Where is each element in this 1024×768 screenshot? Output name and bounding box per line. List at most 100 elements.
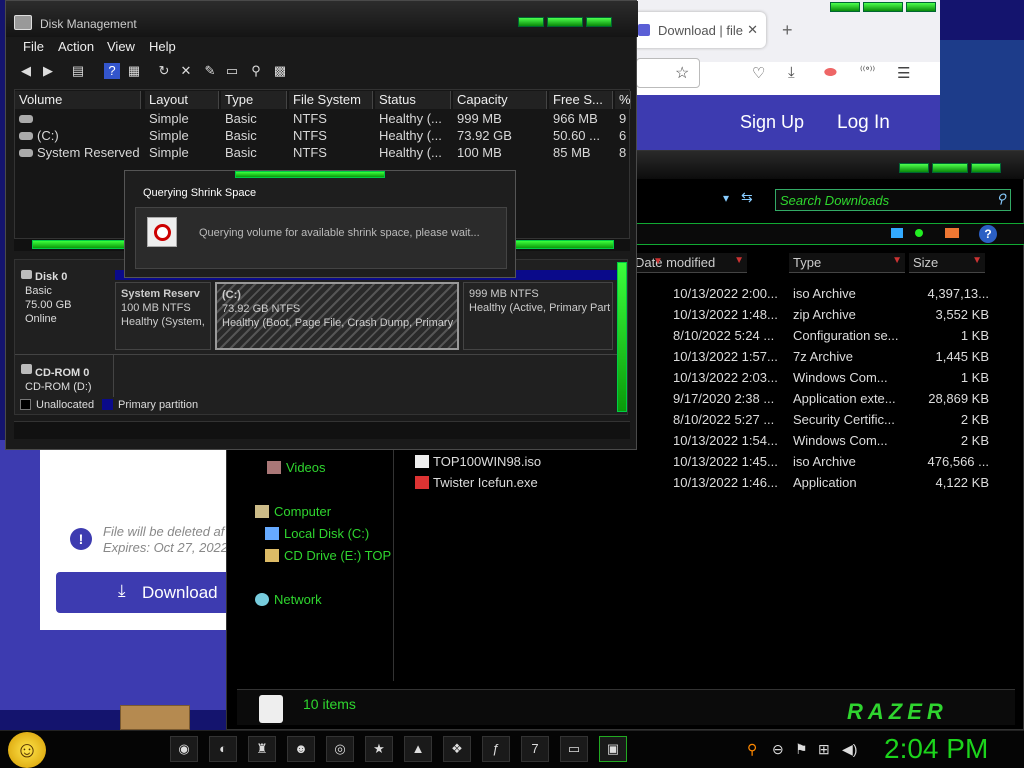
volume-row[interactable]: (C:) Simple Basic NTFS Healthy (... 73.92 GB 5… [15,127,631,144]
check-icon[interactable]: ✎ [202,63,218,79]
column-sort-arrow-icon[interactable]: ▼ [653,256,663,267]
help-icon[interactable]: ? [979,225,997,243]
app-icon[interactable]: ♜ [248,736,276,762]
minus-tray-icon[interactable]: ⊖ [772,741,784,758]
col-status[interactable]: Status [375,91,451,109]
volume-pct: 6 [619,128,627,143]
col-percent[interactable]: % [615,91,631,109]
file-date: 10/13/2022 1:54... [673,433,778,448]
minimize-button[interactable] [518,17,544,27]
extension-icon-2[interactable]: ⁽⁽ᐤ⁾⁾ [860,64,875,77]
disk-management-taskbar-icon[interactable]: ▣ [599,736,627,762]
file-date: 10/13/2022 1:48... [673,307,778,322]
nav-computer[interactable]: Computer [255,504,331,519]
maximize-button[interactable] [547,17,583,27]
partition-system-reserved[interactable]: System Reserv 100 MB NTFS Healthy (Syste… [115,282,211,350]
emoji-app-icon[interactable]: ☻ [287,736,315,762]
file-type: 7z Archive [793,349,853,364]
bookmark-star-icon[interactable]: ☆ [675,63,689,83]
maximize-button[interactable] [863,2,903,12]
file-row[interactable]: TOP100WIN98.iso 10/13/2022 1:45... iso Arc… [227,451,1024,472]
login-link[interactable]: Log In [837,112,890,134]
column-date-label: Date modified [635,255,716,270]
signup-link[interactable]: Sign Up [740,112,804,133]
network-tray-icon[interactable]: ⊞ [818,741,830,758]
flag-tray-icon[interactable]: ⚑ [795,741,808,758]
volume-tray-icon[interactable]: ◀) [842,741,857,758]
browser-tab[interactable]: Download | file ✕ [630,12,766,48]
nav-local-disk[interactable]: Local Disk (C:) [265,526,369,541]
search-icon[interactable]: ⚲ [248,63,264,79]
nav-cd-drive[interactable]: CD Drive (E:) TOP [265,548,391,563]
partition-c[interactable]: (C:) 73.92 GB NTFS Healthy (Boot, Page F… [215,282,459,350]
partition-recovery[interactable]: 999 MB NTFS Healthy (Active, Primary Par… [463,282,613,350]
vertical-scrollbar[interactable] [617,262,627,412]
address-dropdown-icon[interactable]: ▾ [723,191,729,205]
column-size[interactable]: Size ▼ [909,253,985,273]
expiry-date: Expires: Oct 27, 2022 [103,540,229,555]
nav-videos[interactable]: Videos [267,460,326,475]
column-date[interactable]: Date modified ▼ [631,253,747,273]
minimize-button[interactable] [830,2,860,12]
flash-icon[interactable]: ƒ [482,736,510,762]
firefox-icon[interactable]: ◐ [209,736,237,762]
menu-action[interactable]: Action [58,39,94,54]
pocket-icon[interactable]: ♡ [752,64,765,82]
delete-icon[interactable]: ✕ [178,63,194,79]
start-button[interactable]: ☺ [8,732,46,768]
downloads-icon[interactable]: ⤓ [788,64,795,81]
url-bar[interactable] [636,58,700,88]
minimize-button[interactable] [899,163,929,173]
cd-drive-icon [265,549,279,562]
col-free[interactable]: Free S... [549,91,613,109]
back-icon[interactable]: ◀ [18,63,34,79]
col-filesystem[interactable]: File System [289,91,373,109]
help-icon[interactable]: ? [104,63,120,79]
disc-icon[interactable]: ◎ [326,736,354,762]
settings-icon[interactable]: ▩ [272,63,288,79]
divider [15,354,617,355]
vector-app-icon[interactable]: ▲ [404,736,432,762]
col-capacity[interactable]: Capacity [453,91,547,109]
pane-icon[interactable] [945,228,959,238]
maximize-button[interactable] [932,163,968,173]
volume-row[interactable]: Simple Basic NTFS Healthy (... 999 MB 966 MB 9 [15,110,631,127]
file-name: TOP100WIN98.iso [433,454,542,469]
file-size: 1 KB [960,370,989,385]
menu-help[interactable]: Help [149,39,176,54]
refresh-icon[interactable]: ↻ [156,63,172,79]
col-type[interactable]: Type [221,91,287,109]
forward-icon[interactable]: ▶ [40,63,56,79]
file-row[interactable]: Twister Icefun.exe 10/13/2022 1:46... Appl… [227,472,1024,493]
refresh-icon[interactable]: ⇆ [741,189,753,206]
download-button[interactable]: ⤓ Download [56,572,240,613]
volume-row[interactable]: System Reserved Simple Basic NTFS Healthy (.… [15,144,631,161]
close-button[interactable] [971,163,1001,173]
disk0-type: Basic [25,285,52,297]
preview-icon[interactable] [915,229,923,237]
col-layout[interactable]: Layout [145,91,219,109]
menu-icon[interactable]: ☰ [897,64,910,82]
new-tab-button[interactable]: + [782,20,793,41]
chrome-icon[interactable]: ◉ [170,736,198,762]
column-type[interactable]: Type ▼ [789,253,905,273]
close-button[interactable] [906,2,936,12]
extension-icon[interactable]: ⬬ [824,64,837,81]
menu-file[interactable]: File [23,39,44,54]
star-app-icon[interactable]: ★ [365,736,393,762]
menu-view[interactable]: View [107,39,135,54]
cmd-icon[interactable]: ▭ [560,736,588,762]
view-icon[interactable] [891,228,903,238]
twister-icon[interactable]: ❖ [443,736,471,762]
nav-network[interactable]: Network [255,592,322,607]
console-tree-icon[interactable]: ▤ [70,63,86,79]
7zip-icon[interactable]: 7 [521,736,549,762]
properties-icon[interactable]: ▦ [126,63,142,79]
open-icon[interactable]: ▭ [224,63,240,79]
close-button[interactable] [586,17,612,27]
search-tray-icon[interactable]: ⚲ [747,741,757,758]
close-tab-icon[interactable]: ✕ [747,22,758,38]
disk0-size: 75.00 GB [25,299,72,311]
search-input[interactable]: Search Downloads ⚲ [775,189,1011,211]
col-volume[interactable]: Volume [15,91,141,109]
